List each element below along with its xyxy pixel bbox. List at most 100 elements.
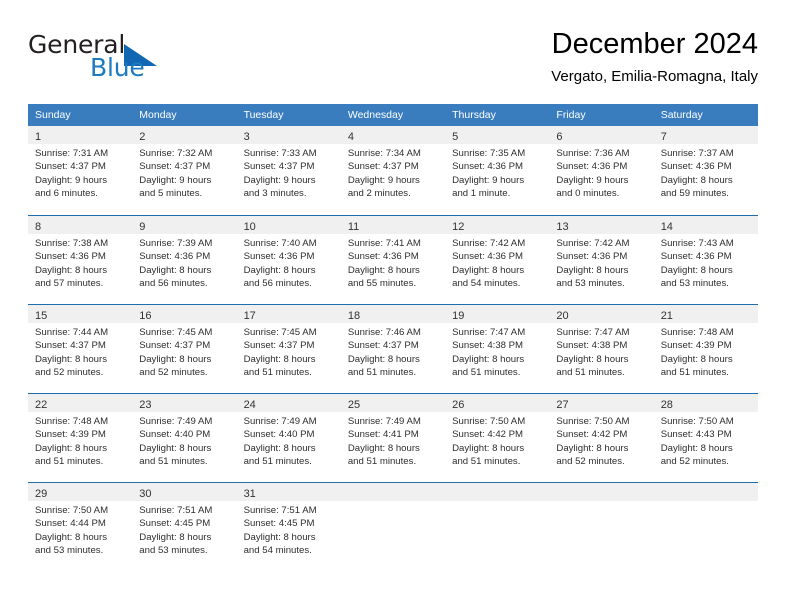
day-cell-11[interactable]: 11 Sunrise: 7:41 AM Sunset: 4:36 PM Dayligh…: [340, 216, 446, 304]
daylight-text-line1: Daylight: 8 hours: [139, 264, 212, 276]
logo-text-blue: Blue: [90, 53, 145, 82]
day-cell-15[interactable]: 15 Sunrise: 7:44 AM Sunset: 4:37 PM Dayligh…: [28, 305, 133, 393]
daylight-text-line1: Daylight: 9 hours: [347, 174, 420, 186]
calendar-week-row: 29 Sunrise: 7:50 AM Sunset: 4:44 PM Dayligh…: [28, 482, 758, 571]
page-subtitle: Vergato, Emilia-Romagna, Italy: [551, 68, 758, 85]
sunrise-text: Sunrise: 7:50 AM: [35, 505, 109, 516]
weekday-header-saturday: Saturday: [660, 109, 703, 121]
daylight-text-line2: and 59 minutes.: [660, 187, 729, 199]
sunrise-text: Sunrise: 7:35 AM: [452, 148, 526, 159]
daylight-text-line1: Daylight: 8 hours: [660, 174, 733, 186]
day-cell-13[interactable]: 13 Sunrise: 7:42 AM Sunset: 4:36 PM Dayligh…: [549, 216, 654, 304]
day-cell-22[interactable]: 22 Sunrise: 7:48 AM Sunset: 4:39 PM Dayligh…: [28, 394, 133, 482]
weekday-header-wednesday: Wednesday: [347, 109, 404, 121]
day-cell-24[interactable]: 24 Sunrise: 7:49 AM Sunset: 4:40 PM Dayligh…: [236, 394, 341, 482]
day-info: Sunrise: 7:46 AM Sunset: 4:37 PM Daylight:…: [341, 323, 445, 379]
day-number-band: 21: [653, 305, 758, 323]
sunset-text: Sunset: 4:44 PM: [35, 518, 106, 530]
daylight-text-line1: Daylight: 8 hours: [243, 531, 316, 543]
daylight-text-line1: Daylight: 8 hours: [556, 264, 629, 276]
sunset-text: Sunset: 4:36 PM: [35, 251, 106, 263]
sunset-text: Sunset: 4:37 PM: [243, 340, 315, 352]
day-cell-8[interactable]: 8 Sunrise: 7:38 AM Sunset: 4:36 PM Daylight…: [28, 216, 133, 304]
weekday-header-row: Sunday Monday Tuesday Wednesday Thursday Frid…: [28, 104, 758, 126]
day-number-band: [340, 483, 446, 501]
daylight-text-line2: and 51 minutes.: [347, 366, 417, 378]
day-cell-2[interactable]: 2 Sunrise: 7:32 AM Sunset: 4:37 PM Daylight…: [132, 126, 237, 215]
sunrise-text: Sunrise: 7:38 AM: [35, 238, 109, 249]
general-blue-logo[interactable]: General Blue: [28, 30, 198, 92]
day-number: 24: [243, 399, 256, 411]
daylight-text-line2: and 54 minutes.: [243, 544, 312, 556]
daylight-text-line2: and 52 minutes.: [35, 366, 104, 378]
day-cell-16[interactable]: 16 Sunrise: 7:45 AM Sunset: 4:37 PM Dayligh…: [132, 305, 237, 393]
day-cell-17[interactable]: 17 Sunrise: 7:45 AM Sunset: 4:37 PM Dayligh…: [236, 305, 341, 393]
day-cell-20[interactable]: 20 Sunrise: 7:47 AM Sunset: 4:38 PM Dayligh…: [549, 305, 654, 393]
day-cell-18[interactable]: 18 Sunrise: 7:46 AM Sunset: 4:37 PM Dayligh…: [340, 305, 446, 393]
day-number-band: 11: [340, 216, 446, 234]
day-number-band: 14: [653, 216, 758, 234]
sunrise-text: Sunrise: 7:39 AM: [139, 238, 213, 249]
sunset-text: Sunset: 4:36 PM: [660, 251, 732, 263]
day-cell-3[interactable]: 3 Sunrise: 7:33 AM Sunset: 4:37 PM Daylight…: [236, 126, 341, 215]
sunrise-text: Sunrise: 7:31 AM: [35, 148, 109, 159]
day-cell-23[interactable]: 23 Sunrise: 7:49 AM Sunset: 4:40 PM Dayligh…: [132, 394, 237, 482]
day-info: Sunrise: 7:42 AM Sunset: 4:36 PM Daylight:…: [445, 234, 549, 290]
day-cell-empty: [549, 483, 654, 571]
day-number: 4: [347, 131, 354, 143]
day-cell-21[interactable]: 21 Sunrise: 7:48 AM Sunset: 4:39 PM Dayligh…: [653, 305, 758, 393]
day-number: 10: [243, 221, 256, 233]
day-info: Sunrise: 7:49 AM Sunset: 4:40 PM Daylight:…: [237, 412, 341, 468]
day-cell-9[interactable]: 9 Sunrise: 7:39 AM Sunset: 4:36 PM Daylight…: [132, 216, 237, 304]
sunrise-text: Sunrise: 7:44 AM: [35, 327, 109, 338]
day-cell-29[interactable]: 29 Sunrise: 7:50 AM Sunset: 4:44 PM Dayligh…: [28, 483, 133, 571]
day-cell-27[interactable]: 27 Sunrise: 7:50 AM Sunset: 4:42 PM Dayligh…: [549, 394, 654, 482]
sunset-text: Sunset: 4:42 PM: [556, 429, 628, 441]
day-number-band: 12: [445, 216, 550, 234]
day-cell-25[interactable]: 25 Sunrise: 7:49 AM Sunset: 4:41 PM Dayligh…: [340, 394, 446, 482]
sunset-text: Sunset: 4:36 PM: [347, 251, 419, 263]
day-cell-6[interactable]: 6 Sunrise: 7:36 AM Sunset: 4:36 PM Daylight…: [549, 126, 654, 215]
daylight-text-line2: and 54 minutes.: [452, 277, 521, 289]
daylight-text-line2: and 5 minutes.: [139, 187, 203, 199]
day-cell-10[interactable]: 10 Sunrise: 7:40 AM Sunset: 4:36 PM Dayligh…: [236, 216, 341, 304]
day-number: 3: [243, 131, 250, 143]
sunset-text: Sunset: 4:39 PM: [660, 340, 732, 352]
day-cell-1[interactable]: 1 Sunrise: 7:31 AM Sunset: 4:37 PM Daylight…: [28, 126, 133, 215]
day-cell-19[interactable]: 19 Sunrise: 7:47 AM Sunset: 4:38 PM Dayligh…: [445, 305, 550, 393]
day-cell-28[interactable]: 28 Sunrise: 7:50 AM Sunset: 4:43 PM Dayligh…: [653, 394, 758, 482]
daylight-text-line2: and 51 minutes.: [243, 455, 312, 467]
day-info: Sunrise: 7:45 AM Sunset: 4:37 PM Daylight:…: [237, 323, 341, 379]
day-number-band: [549, 483, 654, 501]
daylight-text-line1: Daylight: 8 hours: [139, 442, 212, 454]
day-number-band: 29: [28, 483, 133, 501]
day-number-band: 3: [236, 126, 341, 144]
daylight-text-line2: and 51 minutes.: [347, 455, 417, 467]
day-number: 6: [556, 131, 563, 143]
sunrise-text: Sunrise: 7:51 AM: [139, 505, 213, 516]
day-cell-30[interactable]: 30 Sunrise: 7:51 AM Sunset: 4:45 PM Dayligh…: [132, 483, 237, 571]
day-cell-7[interactable]: 7 Sunrise: 7:37 AM Sunset: 4:36 PM Daylight…: [653, 126, 758, 215]
daylight-text-line2: and 55 minutes.: [347, 277, 417, 289]
sunrise-text: Sunrise: 7:32 AM: [139, 148, 213, 159]
day-cell-5[interactable]: 5 Sunrise: 7:35 AM Sunset: 4:36 PM Daylight…: [445, 126, 550, 215]
daylight-text-line1: Daylight: 8 hours: [35, 353, 107, 365]
day-info: Sunrise: 7:44 AM Sunset: 4:37 PM Daylight:…: [28, 323, 132, 379]
day-cell-12[interactable]: 12 Sunrise: 7:42 AM Sunset: 4:36 PM Dayligh…: [445, 216, 550, 304]
day-cell-14[interactable]: 14 Sunrise: 7:43 AM Sunset: 4:36 PM Dayligh…: [653, 216, 758, 304]
calendar-page: General Blue December 2024 Vergato, Emil…: [0, 0, 792, 612]
calendar-week-row: 15 Sunrise: 7:44 AM Sunset: 4:37 PM Dayligh…: [28, 304, 758, 393]
sunrise-text: Sunrise: 7:47 AM: [556, 327, 630, 338]
sunrise-text: Sunrise: 7:48 AM: [35, 416, 109, 427]
page-header: General Blue December 2024 Vergato, Emil…: [28, 26, 758, 98]
day-info: Sunrise: 7:34 AM Sunset: 4:37 PM Daylight:…: [341, 144, 445, 200]
day-cell-4[interactable]: 4 Sunrise: 7:34 AM Sunset: 4:37 PM Daylight…: [340, 126, 446, 215]
day-number-band: 13: [549, 216, 654, 234]
day-cell-31[interactable]: 31 Sunrise: 7:51 AM Sunset: 4:45 PM Dayligh…: [236, 483, 341, 571]
daylight-text-line1: Daylight: 9 hours: [452, 174, 525, 186]
day-cell-26[interactable]: 26 Sunrise: 7:50 AM Sunset: 4:42 PM Dayligh…: [445, 394, 550, 482]
day-number-band: 15: [28, 305, 133, 323]
day-number: 12: [452, 221, 465, 233]
daylight-text-line2: and 53 minutes.: [660, 277, 729, 289]
day-info: Sunrise: 7:37 AM Sunset: 4:36 PM Daylight:…: [654, 144, 758, 200]
